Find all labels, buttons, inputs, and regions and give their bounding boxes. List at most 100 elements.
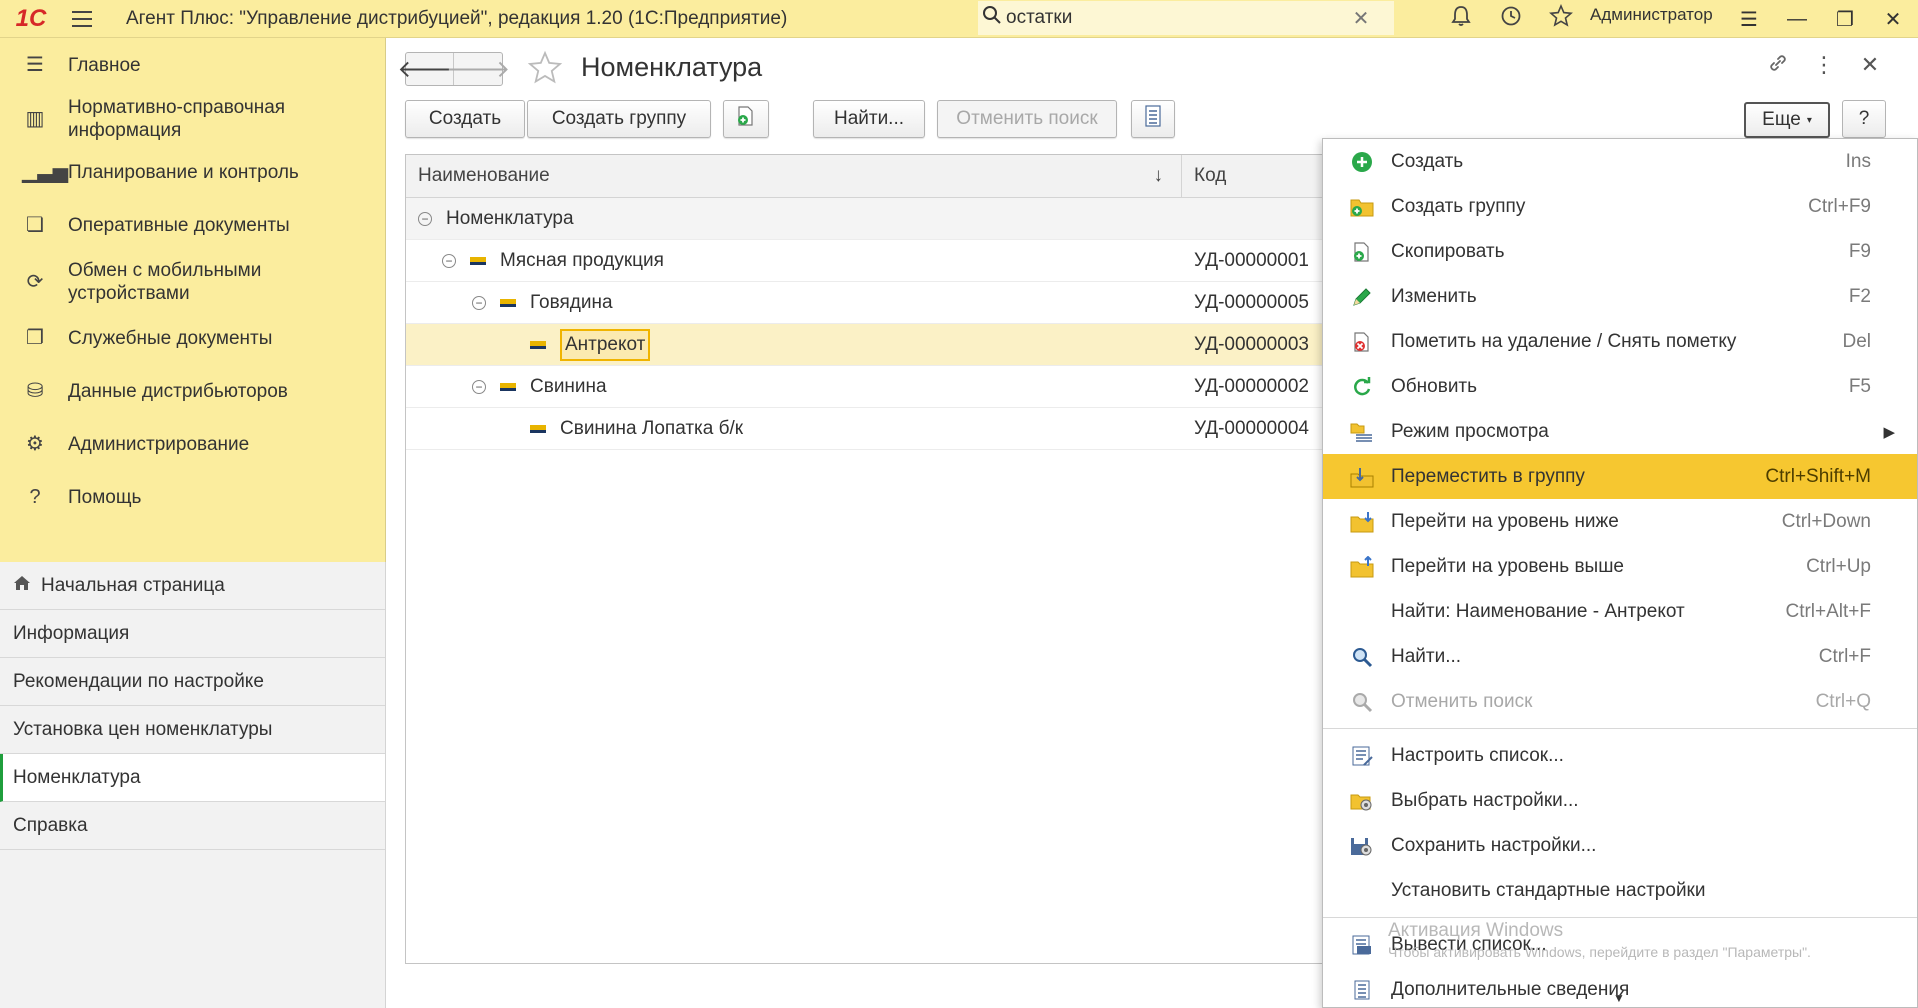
bell-icon[interactable] (1436, 5, 1486, 33)
menu-item-label: Создать (1391, 150, 1464, 172)
collapse-toggle-icon[interactable]: − (418, 211, 432, 226)
sections-panel: ☰ Главное ▥ Нормативно-справочная информ… (0, 38, 386, 562)
menu-item-find-by-value[interactable]: Найти: Наименование - Антрекот Ctrl+Alt+… (1323, 589, 1917, 634)
add-folder-icon (1343, 196, 1381, 218)
user-name[interactable]: Администратор (1590, 5, 1713, 25)
gear-icon: ⚙ (26, 433, 44, 455)
section-operational-docs[interactable]: ❏ Оперативные документы (0, 199, 385, 252)
scroll-down-icon[interactable]: ▼ (1613, 991, 1625, 1005)
search-input[interactable] (1006, 7, 1346, 29)
menu-item-create[interactable]: Создать Ins (1323, 139, 1917, 184)
menu-item-label: Режим просмотра (1391, 420, 1549, 442)
title-bar: 1C Агент Плюс: "Управление дистрибуцией"… (0, 0, 1918, 38)
more-button[interactable]: Еще ▾ (1744, 102, 1830, 138)
menu-item-shortcut: Ctrl+Shift+M (1765, 465, 1871, 487)
section-reference-info[interactable]: ▥ Нормативно-справочная информация (0, 92, 385, 146)
open-window-recommendations[interactable]: Рекомендации по настройке (0, 658, 385, 706)
global-search: ✕ (978, 1, 1394, 35)
level-up-icon (1343, 555, 1381, 578)
collapse-toggle-icon[interactable]: − (442, 253, 456, 268)
menu-item-standard-settings[interactable]: Установить стандартные настройки (1323, 868, 1917, 913)
cancel-search-button[interactable]: Отменить поиск (937, 100, 1117, 138)
section-help[interactable]: ? Помощь (0, 471, 385, 524)
bars-icon: ▥ (25, 107, 45, 130)
section-distributor-data[interactable]: ⛁ Данные дистрибьюторов (0, 365, 385, 418)
group-folder-icon (470, 256, 486, 265)
menu-item-level-down[interactable]: Перейти на уровень ниже Ctrl+Down (1323, 499, 1917, 544)
distributor-icon: ⛁ (26, 380, 44, 402)
column-header-name[interactable]: Наименование ↓ (406, 155, 1182, 197)
link-icon[interactable] (1755, 52, 1801, 80)
settings-menu-icon[interactable]: ☰ (1725, 7, 1773, 32)
section-administration[interactable]: ⚙ Администрирование (0, 418, 385, 471)
menu-item-move-to-group[interactable]: Переместить в группу Ctrl+Shift+M (1323, 454, 1917, 499)
more-actions-icon[interactable]: ⋮ (1801, 52, 1847, 80)
section-mobile-exchange[interactable]: ⟳ Обмен с мобильными устройствами (0, 252, 385, 312)
section-label: Обмен с мобильными устройствами (68, 260, 262, 304)
main-menu-button[interactable] (62, 0, 102, 38)
menu-item-view-mode[interactable]: Режим просмотра ▶ (1323, 409, 1917, 454)
menu-item-label: Найти... (1391, 645, 1462, 667)
minimize-icon[interactable]: — (1773, 8, 1821, 31)
watermark-text: Чтобы активировать Windows, перейдите в … (1388, 944, 1811, 960)
row-name: Антрекот (560, 328, 651, 361)
home-icon (13, 575, 31, 597)
section-service-docs[interactable]: ❐ Служебные документы (0, 312, 385, 365)
open-window-info[interactable]: Информация (0, 610, 385, 658)
collapse-toggle-icon[interactable]: − (472, 379, 486, 394)
section-main[interactable]: ☰ Главное (0, 38, 385, 92)
menu-item-label: Перейти на уровень ниже (1391, 510, 1619, 532)
close-form-icon[interactable]: ✕ (1847, 52, 1893, 80)
plus-circle-icon (1343, 151, 1381, 173)
restore-icon[interactable]: ❐ (1821, 7, 1869, 32)
open-window-home[interactable]: Начальная страница (0, 562, 385, 610)
menu-item-edit[interactable]: Изменить F2 (1323, 274, 1917, 319)
history-icon[interactable] (1486, 5, 1536, 33)
row-name: Мясная продукция (500, 249, 664, 271)
open-window-label: Номенклатура (13, 766, 141, 788)
menu-item-label: Выбрать настройки... (1391, 789, 1579, 811)
section-planning[interactable]: ▁▃▅ Планирование и контроль (0, 146, 385, 199)
menu-item-choose-settings[interactable]: Выбрать настройки... (1323, 778, 1917, 823)
menu-item-level-up[interactable]: Перейти на уровень выше Ctrl+Up (1323, 544, 1917, 589)
column-header-code[interactable]: Код (1182, 155, 1226, 197)
create-group-button[interactable]: Создать группу (527, 100, 711, 138)
clear-search-icon[interactable]: ✕ (1346, 6, 1376, 31)
list-view-button[interactable] (1131, 100, 1175, 138)
search-icon (978, 5, 1006, 31)
menu-item-label: Перейти на уровень выше (1391, 555, 1625, 577)
favorites-star-icon[interactable] (1536, 3, 1586, 34)
sync-icon: ⟳ (26, 270, 44, 293)
section-label: Оперативные документы (68, 215, 290, 236)
open-window-help[interactable]: Справка (0, 802, 385, 850)
copy-button[interactable] (723, 100, 769, 138)
collapse-toggle-icon[interactable]: − (472, 295, 486, 310)
menu-item-cancel-search[interactable]: Отменить поиск Ctrl+Q (1323, 679, 1917, 724)
item-icon (530, 340, 546, 349)
menu-item-mark-delete[interactable]: Пометить на удаление / Снять пометку Del (1323, 319, 1917, 364)
open-window-prices[interactable]: Установка цен номенклатуры (0, 706, 385, 754)
find-button[interactable]: Найти... (813, 100, 925, 138)
open-window-nomenclature[interactable]: Номенклатура (0, 754, 385, 802)
menu-item-label: Пометить на удаление / Снять пометку (1391, 330, 1737, 352)
help-button[interactable]: ? (1842, 100, 1886, 138)
group-folder-icon (500, 298, 516, 307)
menu-item-create-group[interactable]: Создать группу Ctrl+F9 (1323, 184, 1917, 229)
menu-item-refresh[interactable]: Обновить F5 (1323, 364, 1917, 409)
close-icon[interactable]: ✕ (1869, 7, 1917, 32)
cancel-search-icon (1343, 691, 1381, 713)
service-docs-icon: ❐ (26, 327, 44, 349)
pencil-icon (1343, 286, 1381, 308)
menu-item-shortcut: Ins (1845, 150, 1871, 172)
app-logo: 1C (15, 4, 47, 32)
menu-item-copy[interactable]: Скопировать F9 (1323, 229, 1917, 274)
menu-item-save-settings[interactable]: Сохранить настройки... (1323, 823, 1917, 868)
list-icon (1144, 105, 1162, 133)
forward-arrow-icon[interactable]: 🡒 (446, 53, 510, 85)
row-code: УД-00000001 (1194, 249, 1309, 271)
section-label: Главное (68, 54, 141, 76)
create-button[interactable]: Создать (405, 100, 525, 138)
menu-item-configure-list[interactable]: Настроить список... (1323, 733, 1917, 778)
menu-item-find[interactable]: Найти... Ctrl+F (1323, 634, 1917, 679)
add-favorite-star-icon[interactable] (527, 50, 563, 95)
